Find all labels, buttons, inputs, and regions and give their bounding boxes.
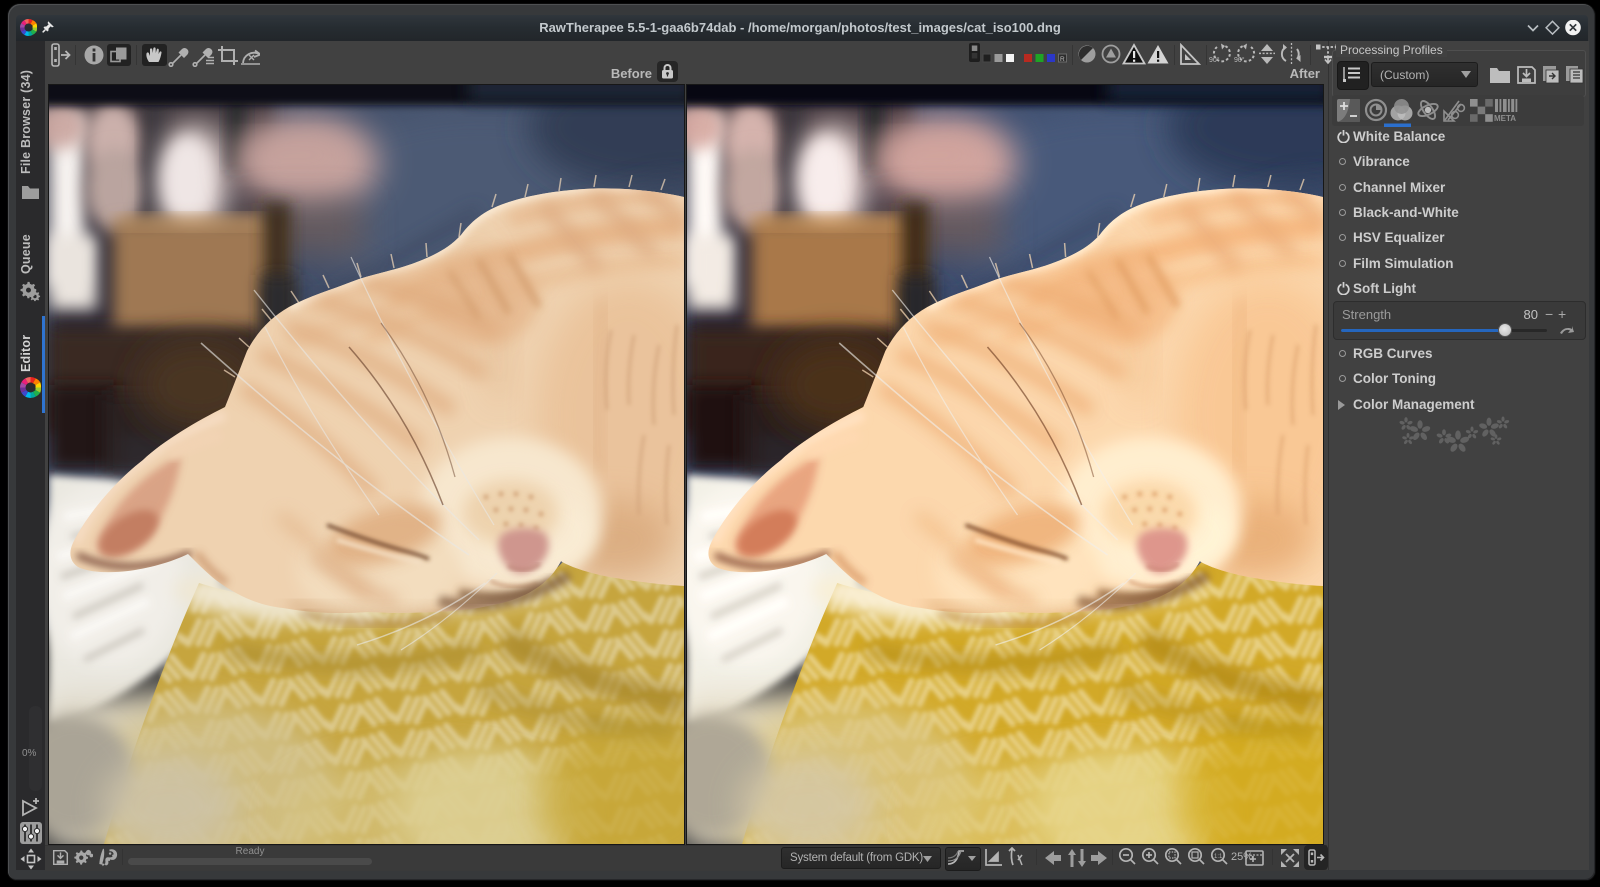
svg-text:90°: 90° [1209,56,1220,64]
svg-text:META: META [1494,114,1516,123]
svg-text:1:1: 1:1 [1214,854,1223,860]
svg-text:90°: 90° [1234,56,1245,64]
svg-text:R: R [1060,56,1065,63]
